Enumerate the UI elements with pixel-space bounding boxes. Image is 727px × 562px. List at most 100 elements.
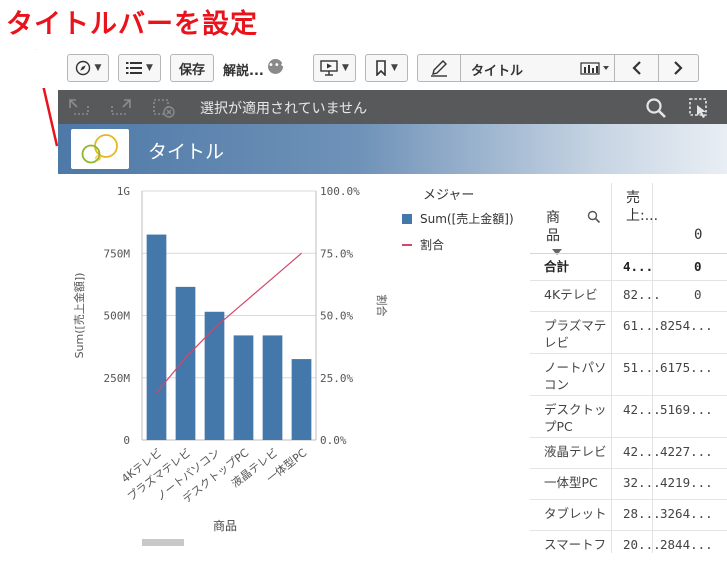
global-menu-button[interactable]: ▼: [118, 54, 161, 82]
table-row[interactable]: デスクトップPC 42... 5169...: [530, 395, 727, 438]
table-row[interactable]: 4Kテレビ 82... 0: [530, 280, 727, 312]
total-label: 合計: [544, 259, 570, 274]
sheet-title-bar: タイトル: [58, 124, 727, 174]
bar: [262, 335, 283, 440]
legend-label-ratio: 割合: [420, 238, 445, 252]
cell-sales: 32...: [623, 475, 661, 490]
chart-type-button[interactable]: [576, 55, 615, 81]
bar: [291, 359, 312, 440]
table-row[interactable]: ノートパソコン 51... 6175...: [530, 353, 727, 396]
cell-product[interactable]: スマートフ: [544, 536, 608, 553]
compass-icon: [75, 60, 90, 76]
legend-item-ratio[interactable]: 割合: [402, 236, 444, 253]
forward-step-icon[interactable]: [110, 98, 132, 116]
app-logo: [71, 129, 129, 169]
cell-product[interactable]: プラズマテレビ: [544, 317, 608, 351]
title-toolbar-group: タイトル: [417, 54, 699, 82]
chart-type-icon: [580, 62, 609, 75]
present-icon: [320, 60, 338, 76]
back-step-icon[interactable]: [68, 98, 90, 116]
navigation-menu-button[interactable]: ▼: [67, 54, 109, 82]
save-button[interactable]: 保存: [170, 54, 214, 82]
table-row[interactable]: 一体型PC 32... 4219...: [530, 468, 727, 500]
next-button[interactable]: [658, 55, 698, 81]
cell-third: 2844...: [660, 537, 713, 552]
cell-sales: 51...: [623, 360, 661, 375]
search-icon[interactable]: [587, 210, 601, 224]
combo-chart[interactable]: 0 250M 500M 750M 1G 0.0% 25.0% 50.0% 75.0% 100.0%…: [58, 174, 528, 562]
column-header-third[interactable]: 0: [694, 227, 702, 243]
bar: [204, 311, 225, 440]
bar: [146, 234, 167, 440]
selection-status-text: 選択が適用されていません: [200, 101, 368, 117]
chevron-left-icon: [632, 61, 641, 75]
cell-product[interactable]: ノートパソコン: [544, 359, 608, 393]
y-tick-label: 1G: [117, 185, 130, 198]
y2-axis-title: 割合: [375, 295, 389, 317]
cell-sales: 42...: [623, 444, 661, 459]
annotation-label: タイトルバーを設定: [6, 9, 258, 40]
bar: [233, 335, 254, 440]
legend-swatch-line: [402, 243, 412, 246]
chevron-down-icon: ▼: [94, 63, 102, 73]
cell-third: 3264...: [660, 506, 713, 521]
y-tick-label: 250M: [104, 372, 131, 385]
cell-sales: 20...: [623, 537, 661, 552]
previous-button[interactable]: [616, 55, 659, 81]
table-total-row: 合計 4... 0: [530, 253, 727, 281]
edit-button[interactable]: [418, 55, 461, 81]
y-tick-label: 0: [123, 434, 130, 447]
search-icon[interactable]: [645, 97, 667, 119]
bookmark-icon: [376, 60, 386, 76]
cell-product[interactable]: 液晶テレビ: [544, 443, 608, 460]
legend-swatch-bar: [402, 213, 412, 224]
cell-product[interactable]: タブレット: [544, 505, 608, 522]
y2-tick-label: 50.0%: [320, 310, 353, 323]
column-header-product[interactable]: 商品: [546, 209, 566, 245]
cell-third: 4219...: [660, 475, 713, 490]
cell-third: 8254...: [660, 318, 713, 333]
cell-sales: 61...: [623, 318, 661, 333]
total-sales: 4...: [623, 259, 654, 274]
cell-sales: 82...: [623, 287, 661, 302]
x-axis-title: 商品: [213, 518, 237, 533]
table-row[interactable]: タブレット 28... 3264...: [530, 499, 727, 531]
cell-product[interactable]: 一体型PC: [544, 474, 608, 491]
cell-product[interactable]: デスクトップPC: [544, 401, 608, 435]
cell-sales: 28...: [623, 506, 661, 521]
table-fade: [530, 553, 727, 562]
table-row[interactable]: 液晶テレビ 42... 4227...: [530, 437, 727, 469]
app-toolbar: ▼ ▼ 保存 解説... ••• ▼ ▼ タイトル: [0, 50, 727, 88]
sheet-title: タイトル: [148, 141, 225, 163]
total-third: 0: [694, 259, 702, 274]
clear-selections-icon[interactable]: [152, 98, 176, 118]
sheet-menu-icon[interactable]: •••: [268, 59, 286, 74]
y2-tick-label: 100.0%: [320, 185, 360, 198]
chevron-right-icon: [674, 61, 683, 75]
cell-sales: 42...: [623, 402, 661, 417]
chart-scrollbar[interactable]: [142, 539, 184, 546]
legend-item-sales[interactable]: Sum([売上金額]): [402, 210, 514, 227]
pencil-icon: [431, 60, 447, 77]
bar: [175, 286, 196, 440]
table-row[interactable]: プラズマテレビ 61... 8254...: [530, 311, 727, 354]
cell-product[interactable]: 4Kテレビ: [544, 286, 608, 303]
y-tick-label: 750M: [104, 247, 131, 260]
y2-tick-label: 75.0%: [320, 247, 353, 260]
chevron-down-icon: ▼: [391, 63, 398, 73]
cell-third: 4227...: [660, 444, 713, 459]
bookmark-button[interactable]: ▼: [365, 54, 408, 82]
column-header-sales[interactable]: 売上:...: [626, 189, 658, 225]
y2-tick-label: 0.0%: [320, 434, 347, 447]
selection-tool-icon[interactable]: [688, 97, 710, 119]
sheet-name[interactable]: 解説...: [223, 60, 264, 79]
story-mode-button[interactable]: ▼: [313, 54, 356, 82]
cell-third: 6175...: [660, 360, 713, 375]
chevron-down-icon: ▼: [146, 63, 153, 73]
selection-bar: 選択が適用されていません: [58, 90, 727, 124]
cell-third: 5169...: [660, 402, 713, 417]
y-tick-label: 500M: [104, 310, 131, 323]
legend-label-sales: Sum([売上金額]): [420, 212, 514, 226]
y-axis-title: Sum([売上金額]): [72, 273, 86, 359]
legend-title: メジャー: [423, 188, 475, 203]
